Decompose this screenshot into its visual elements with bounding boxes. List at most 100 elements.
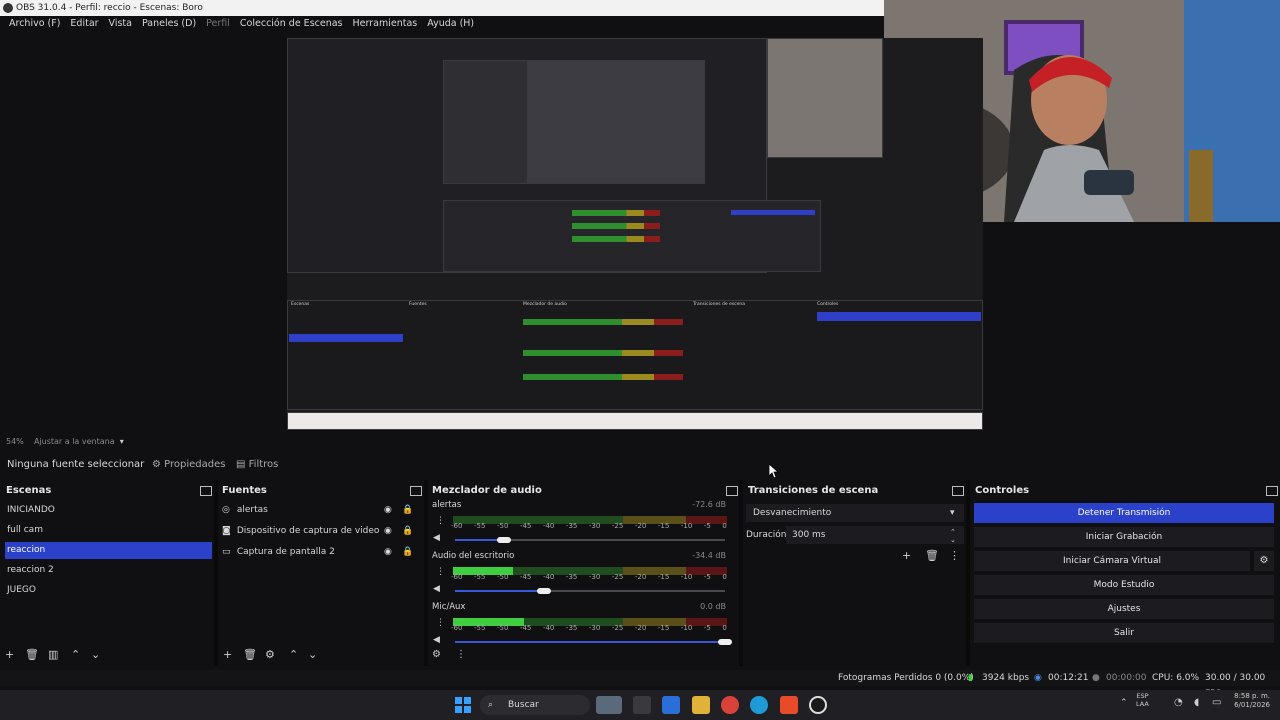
trash-icon[interactable]: 🗑 [925,549,939,563]
add-transition-button[interactable]: + [902,549,911,563]
menu-editar[interactable]: Editar [65,16,103,32]
lock-icon[interactable]: 🔒 [402,523,413,540]
meter-tick-label: -20 [634,573,647,581]
stop-streaming-button[interactable]: Detener Transmisión [974,503,1274,523]
menu-ayuda[interactable]: Ayuda (H) [422,16,479,32]
dock-divider[interactable] [739,480,743,666]
chrome-icon[interactable] [721,696,739,714]
speaker-icon[interactable]: ◀ [433,582,440,596]
move-up-icon[interactable]: ⌃ [71,648,80,662]
transition-select[interactable]: Desvanecimiento ▾ [746,504,964,522]
add-source-button[interactable]: + [223,648,232,662]
speaker-icon[interactable]: ◀ [433,633,440,647]
menu-perfil[interactable]: Perfil [201,16,235,32]
menu-paneles[interactable]: Paneles (D) [137,16,201,32]
gear-icon[interactable]: ⚙ [1254,551,1274,571]
exit-button[interactable]: Salir [974,623,1274,643]
eye-icon[interactable]: ◉ [384,523,392,540]
volume-slider-knob[interactable] [718,639,732,645]
edge-icon[interactable] [750,696,768,714]
move-down-icon[interactable]: ⌄ [91,648,100,662]
properties-button[interactable]: ⚙ Propiedades [152,454,225,476]
start-virtual-camera-button[interactable]: Iniciar Cámara Virtual [974,551,1250,571]
volume-slider-track [455,590,545,592]
trash-icon[interactable]: 🗑 [243,648,257,662]
source-item[interactable]: ◙ Dispositivo de captura de video ◉ 🔒 [222,523,418,540]
lock-icon[interactable]: 🔒 [402,544,413,561]
meter-tick-label: 0 [722,624,727,632]
source-item[interactable]: ◎ alertas ◉ 🔒 [222,502,418,519]
zoom-fit-dropdown[interactable]: Ajustar a la ventana [34,437,115,446]
menu-coleccion-escenas[interactable]: Colección de Escenas [235,16,348,32]
scene-item[interactable]: JUEGO [5,582,212,599]
menu-herramientas[interactable]: Herramientas [348,16,423,32]
add-scene-button[interactable]: + [5,648,14,662]
mixer-settings-icon[interactable]: ⚙ [432,648,441,662]
source-item[interactable]: ▭ Captura de pantalla 2 ◉ 🔒 [222,544,418,561]
meter-tick-label: -40 [542,573,555,581]
duration-spinbox[interactable]: 300 ms ⌃ ⌄ [786,526,964,544]
eye-icon[interactable]: ◉ [384,544,392,561]
task-view-icon[interactable] [633,696,651,714]
move-up-icon[interactable]: ⌃ [289,648,298,662]
clock[interactable]: 8:58 p. m. 6/01/2026 [1226,692,1270,710]
volume-slider-knob[interactable] [496,537,511,543]
sources-undock-icon[interactable] [410,486,422,496]
menu-vista[interactable]: Vista [104,16,137,32]
scene-item[interactable]: INICIANDO [5,502,212,519]
taskbar-search[interactable]: ⌕ Buscar [480,695,590,715]
dock-divider[interactable] [966,480,970,666]
studio-mode-button[interactable]: Modo Estudio [974,575,1274,595]
scenes-undock-icon[interactable] [200,486,212,496]
start-recording-button[interactable]: Iniciar Grabación [974,527,1274,547]
kebab-menu-icon[interactable]: ⋮ [436,514,445,528]
meter-tick-label: -10 [680,573,693,581]
eye-icon[interactable]: ◉ [384,502,392,519]
battery-icon[interactable]: ▭ [1212,697,1221,708]
menu-archivo[interactable]: Archivo (F) [4,16,65,32]
gear-icon[interactable]: ⚙ [265,648,275,662]
speaker-icon[interactable]: ◀ [433,531,440,545]
kebab-menu-icon[interactable]: ⋮ [436,565,445,579]
kebab-menu-icon[interactable]: ⋮ [436,616,445,630]
settings-button[interactable]: Ajustes [974,599,1274,619]
language-code: ESP [1136,692,1149,700]
language-indicator[interactable]: ESP LAA [1136,692,1149,708]
kebab-menu-icon[interactable]: ⋮ [456,648,466,662]
meter-tick-label: -25 [611,522,624,530]
kebab-menu-icon[interactable]: ⋮ [949,549,960,563]
trash-icon[interactable]: 🗑 [25,648,39,662]
dock-divider[interactable] [424,480,428,666]
filter-icon: ▤ [236,459,246,470]
scene-item-selected[interactable]: reaccion [5,542,212,559]
volume-slider-knob[interactable] [537,588,552,594]
meter-tick-label: -30 [588,624,601,632]
controls-undock-icon[interactable] [1266,486,1278,496]
meter-ticks: -60 -55 -50 -45 -40 -35 -30 -25 -20 -15 -10 -5 0 [451,624,727,632]
chevron-up-icon[interactable]: ⌃ [1120,698,1128,708]
status-bar: Fotogramas Perdidos 0 (0.0%) ▮ 3924 kbps… [0,670,1280,699]
volume-slider-track [455,641,725,643]
dock-divider[interactable] [214,480,218,666]
network-icon[interactable]: ◔ [1174,697,1183,708]
spin-down-icon[interactable]: ⌄ [950,531,956,549]
filters-button[interactable]: ▤ Filtros [236,454,278,476]
preview-mixer-label: Mezclador de audio [523,302,567,307]
move-down-icon[interactable]: ⌄ [308,648,317,662]
windows-start-icon[interactable] [454,696,472,714]
folder-icon[interactable] [692,696,710,714]
program-preview-canvas[interactable]: Escenas Fuentes Mezclador de audio Trans… [287,38,983,430]
brave-icon[interactable] [780,696,798,714]
widgets-icon[interactable] [596,696,622,714]
lock-icon[interactable]: 🔒 [402,502,413,519]
obs-icon[interactable] [809,696,827,714]
filter-icon[interactable]: ▥ [48,648,58,662]
transitions-undock-icon[interactable] [952,486,964,496]
scene-item[interactable]: full cam [5,522,212,539]
volume-icon[interactable]: ◖ [1194,697,1199,708]
chevron-down-icon[interactable]: ▾ [117,437,124,446]
mixer-undock-icon[interactable] [726,486,738,496]
gear-icon: ⚙ [152,459,161,470]
scene-item[interactable]: reaccion 2 [5,562,212,579]
copilot-icon[interactable] [662,696,680,714]
